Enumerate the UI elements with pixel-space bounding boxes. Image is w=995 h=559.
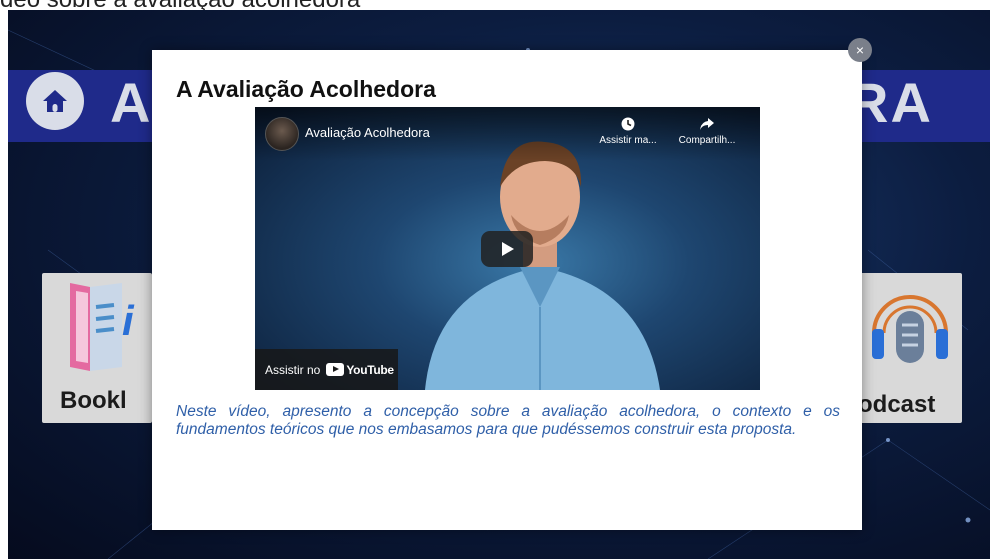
podcast-microphone-icon	[872, 295, 948, 363]
close-icon: ×	[855, 42, 865, 58]
svg-text:i: i	[122, 297, 135, 344]
modal-title: A Avaliação Acolhedora	[176, 76, 436, 102]
play-button[interactable]	[481, 231, 533, 267]
watch-on-youtube-button[interactable]: Assistir no YouTube	[255, 349, 398, 390]
booklet-icon: i	[70, 283, 135, 371]
video-description: Neste vídeo, apresento a concepção sobre…	[176, 403, 840, 438]
share-label: Compartilh...	[678, 135, 736, 146]
youtube-logo: YouTube	[326, 362, 394, 377]
video-modal: A Avaliação Acolhedora Avaliação Acolhed…	[152, 50, 862, 530]
podcast-card-label: odcast	[858, 391, 936, 418]
home-icon	[43, 90, 67, 112]
close-modal-button[interactable]: ×	[848, 38, 872, 62]
youtube-video-player[interactable]: Avaliação Acolhedora Assistir ma... Comp…	[255, 107, 760, 390]
booklet-card-label: Bookl	[60, 387, 127, 414]
podcast-card[interactable]: odcast	[852, 273, 962, 423]
watch-later-button[interactable]: Assistir ma...	[596, 117, 660, 146]
share-icon	[675, 117, 739, 135]
share-button[interactable]: Compartilh...	[675, 117, 739, 146]
youtube-logo-text: YouTube	[346, 362, 394, 377]
play-icon	[502, 242, 514, 256]
youtube-play-icon	[326, 363, 345, 376]
watch-on-label: Assistir no	[265, 362, 321, 377]
clock-icon	[596, 117, 660, 135]
watch-later-label: Assistir ma...	[599, 135, 657, 146]
video-title[interactable]: Avaliação Acolhedora	[305, 125, 430, 140]
home-button[interactable]	[26, 72, 84, 130]
banner-title-fragment-left: A	[110, 71, 153, 134]
channel-avatar[interactable]	[265, 117, 299, 151]
booklet-card[interactable]: i Bookl	[42, 273, 152, 423]
